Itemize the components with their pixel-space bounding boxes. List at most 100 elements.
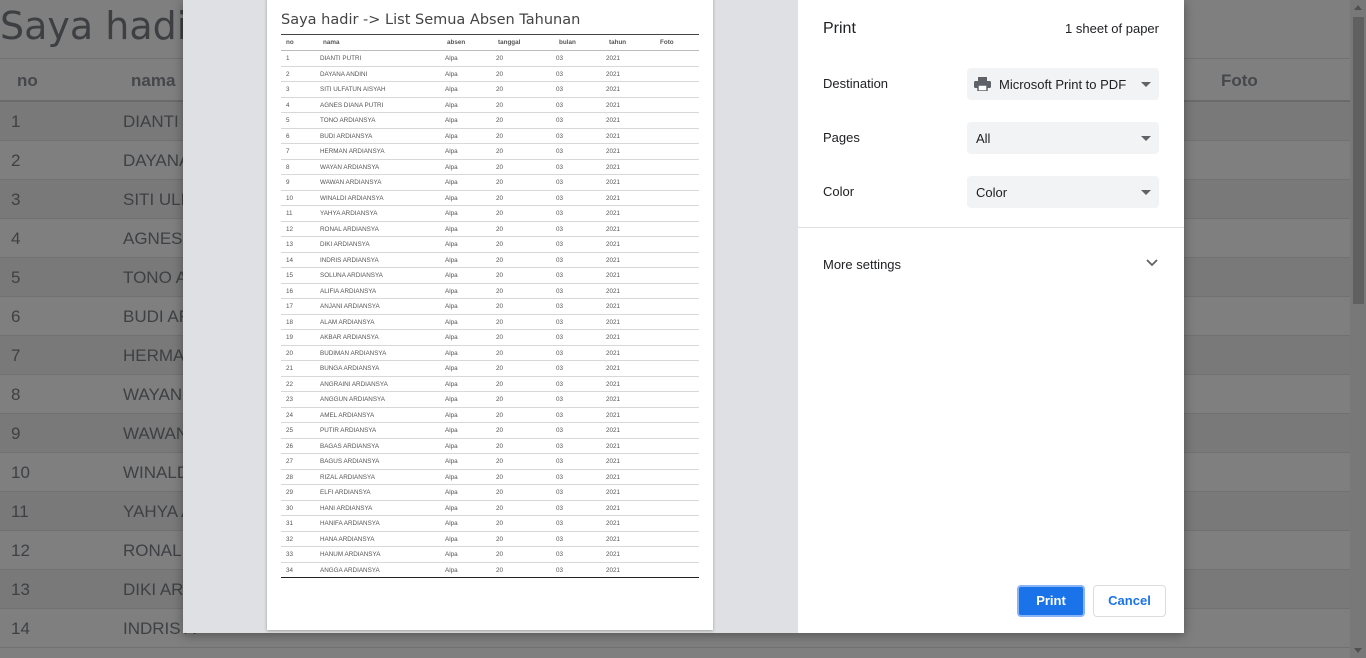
preview-cell: Alpa: [445, 256, 458, 264]
preview-cell: 20: [496, 365, 504, 372]
preview-cell: 2021: [606, 256, 621, 264]
preview-cell: WINALDI ARDIANSYA: [320, 194, 384, 202]
preview-table-row: 29 ELFI ARDIANSYA Alpa 20 03 2021: [281, 485, 699, 501]
preview-cell: ALAM ARDIANSYA: [320, 318, 375, 326]
preview-cell: BAGAS ARDIANSYA: [320, 442, 380, 450]
preview-cell: 03: [556, 489, 564, 496]
preview-cell: 28: [286, 473, 294, 481]
preview-cell: 20: [496, 504, 504, 512]
preview-page: Saya hadir -> List Semua Absen Tahunan n…: [267, 0, 713, 630]
preview-cell: Alpa: [445, 566, 458, 574]
preview-cell: 20: [496, 148, 504, 155]
preview-column-header: tahun: [609, 39, 627, 46]
preview-cell: Alpa: [445, 303, 458, 310]
preview-cell: HANI ARDIANSYA: [320, 504, 373, 512]
cancel-button[interactable]: Cancel: [1093, 585, 1166, 617]
preview-table-row: 19 AKBAR ARDIANSYA Alpa 20 03 2021: [281, 330, 699, 346]
preview-cell: Alpa: [445, 520, 458, 527]
preview-cell: 20: [496, 349, 504, 357]
preview-cell: 2021: [606, 303, 621, 310]
preview-cell: 20: [496, 55, 504, 62]
preview-cell: 2021: [606, 473, 621, 481]
preview-cell: 2021: [606, 504, 621, 512]
preview-table-row: 31 HANIFA ARDIANSYA Alpa 20 03 2021: [281, 516, 699, 532]
preview-cell: 03: [556, 427, 564, 434]
preview-cell: 03: [556, 117, 564, 124]
preview-cell: BUDI ARDIANSYA: [320, 132, 373, 140]
preview-cell: 3: [286, 86, 290, 93]
preview-cell: 1: [286, 55, 290, 62]
preview-cell: BUDIMAN ARDIANSYA: [320, 349, 387, 357]
preview-cell: 20: [496, 318, 504, 326]
preview-cell: 20: [496, 117, 504, 124]
preview-cell: ANGGA ARDIANSYA: [320, 566, 380, 574]
preview-cell: 03: [556, 210, 564, 217]
preview-column-header: absen: [447, 39, 466, 46]
print-dialog: Saya hadir -> List Semua Absen Tahunan n…: [183, 0, 1184, 633]
preview-cell: 2021: [606, 210, 621, 217]
preview-cell: AKBAR ARDIANSYA: [320, 334, 379, 341]
preview-cell: 2021: [606, 411, 621, 419]
preview-cell: SITI ULFATUN AISYAH: [320, 86, 386, 93]
preview-cell: 30: [286, 504, 294, 512]
preview-table-row: 13 DIKI ARDIANSYA Alpa 20 03 2021: [281, 237, 699, 253]
preview-cell: 03: [556, 101, 564, 109]
preview-cell: 11: [286, 210, 293, 217]
preview-cell: 2021: [606, 349, 621, 357]
preview-cell: 03: [556, 272, 564, 279]
destination-select[interactable]: Microsoft Print to PDF: [967, 68, 1159, 100]
preview-cell: Alpa: [445, 334, 458, 341]
preview-cell: 20: [496, 287, 504, 295]
preview-cell: 2021: [606, 566, 621, 574]
preview-cell: 03: [556, 349, 564, 357]
preview-cell: 2021: [606, 55, 621, 62]
preview-cell: Alpa: [445, 318, 458, 326]
preview-cell: 03: [556, 458, 564, 465]
preview-cell: 10: [286, 194, 294, 202]
preview-table-row: 10 WINALDI ARDIANSYA Alpa 20 03 2021: [281, 191, 699, 206]
preview-cell: Alpa: [445, 70, 458, 78]
preview-cell: WAYAN ARDIANSYA: [320, 163, 380, 171]
preview-cell: Alpa: [445, 396, 458, 403]
preview-cell: 4: [286, 101, 290, 109]
preview-cell: 2021: [606, 101, 621, 109]
more-settings[interactable]: More settings: [823, 257, 901, 272]
chevron-down-icon: [1141, 136, 1151, 141]
preview-cell: 20: [496, 86, 504, 93]
color-value: Color: [976, 185, 1008, 200]
preview-cell: 2021: [606, 520, 621, 527]
preview-cell: 9: [286, 179, 290, 186]
preview-cell: 2021: [606, 458, 621, 465]
preview-cell: Alpa: [445, 411, 458, 419]
preview-cell: YAHYA ARDIANSYA: [320, 210, 378, 217]
preview-cell: 20: [496, 256, 504, 264]
pages-select[interactable]: All: [967, 122, 1159, 154]
color-select[interactable]: Color: [967, 176, 1159, 208]
preview-cell: 16: [286, 287, 294, 295]
preview-cell: 19: [286, 334, 294, 341]
preview-cell: PUTIR ARDIANSYA: [320, 427, 377, 434]
destination-value: Microsoft Print to PDF: [999, 77, 1127, 92]
preview-cell: 20: [496, 566, 504, 574]
preview-cell: AMEL ARDIANSYA: [320, 411, 375, 419]
preview-cell: 03: [556, 132, 564, 140]
preview-table-row: 20 BUDIMAN ARDIANSYA Alpa 20 03 2021: [281, 346, 699, 361]
preview-cell: 20: [496, 132, 504, 140]
preview-cell: Alpa: [445, 241, 458, 248]
preview-cell: RONAL ARDIANSYA: [320, 225, 379, 233]
preview-cell: 31: [286, 520, 294, 527]
preview-cell: 29: [286, 489, 294, 496]
preview-table-row: 22 ANGRAINI ARDIANSYA Alpa 20 03 2021: [281, 377, 699, 392]
preview-cell: 03: [556, 163, 564, 171]
pages-label: Pages: [823, 130, 860, 145]
print-button[interactable]: Print: [1017, 585, 1085, 617]
preview-cell: HANUM ARDIANSYA: [320, 551, 381, 558]
preview-cell: 03: [556, 287, 564, 295]
preview-cell: AGNES DIANA PUTRI: [320, 101, 384, 109]
preview-cell: 03: [556, 318, 564, 326]
preview-cell: 03: [556, 148, 564, 155]
preview-cell: 24: [286, 411, 294, 419]
preview-table-row: 23 ANGGUN ARDIANSYA Alpa 20 03 2021: [281, 392, 699, 408]
expand-chevron-icon[interactable]: [1146, 259, 1158, 267]
preview-cell: 2021: [606, 365, 621, 372]
